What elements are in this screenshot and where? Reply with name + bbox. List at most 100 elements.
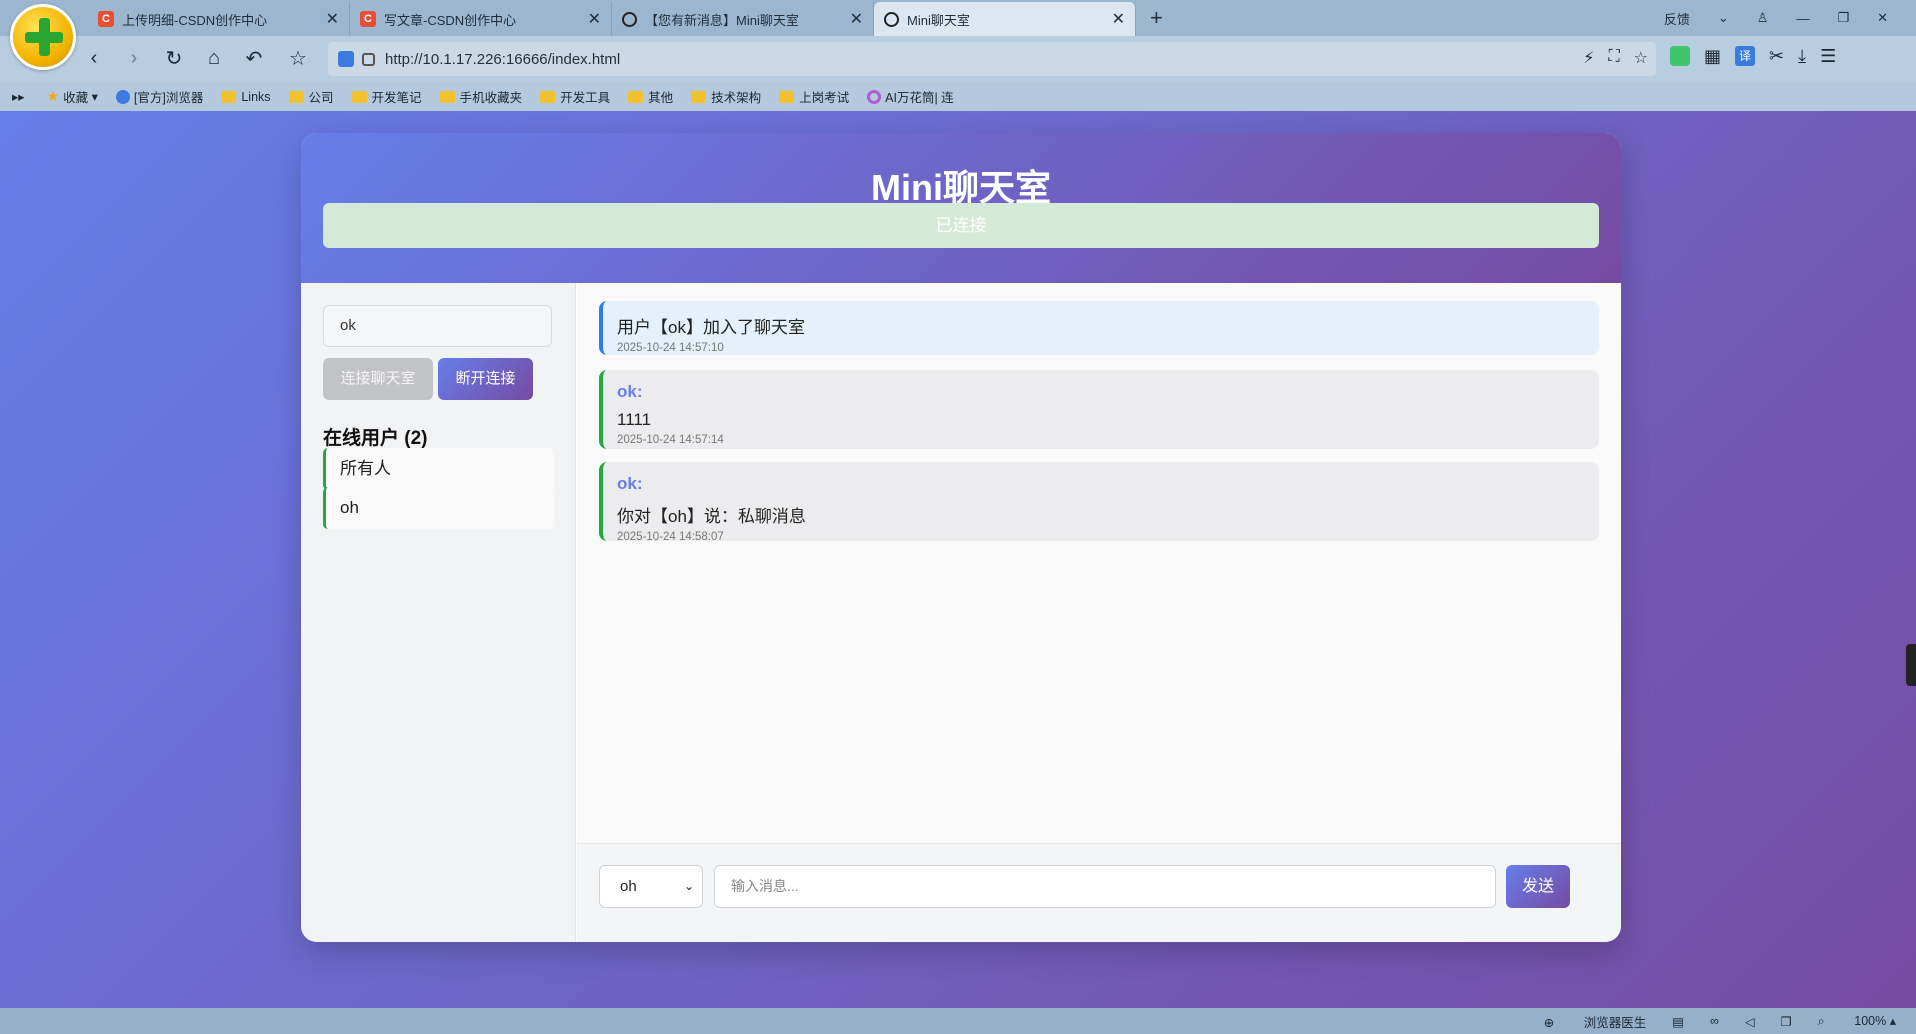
message-time: 2025-10-24 14:58:07 [617, 531, 724, 543]
shield-icon [338, 51, 354, 67]
ai-icon [867, 89, 882, 104]
disconnect-button[interactable]: 断开连接 [438, 358, 533, 400]
folder-icon [351, 90, 367, 103]
bookmark-dev-notes[interactable]: 开发笔记 [351, 87, 422, 106]
glasses-icon[interactable]: ∞ [1710, 1014, 1719, 1028]
recipient-value: oh [620, 878, 637, 895]
star-icon[interactable]: ☆ [1634, 48, 1648, 68]
message-time: 2025-10-24 14:57:10 [617, 342, 724, 354]
bookmark-dev-tools[interactable]: 开发工具 [540, 87, 610, 106]
chat-message: ok: 1111 2025-10-24 14:57:14 [599, 370, 1599, 449]
address-bar[interactable]: http://10.1.17.226:16666/index.html ⚡ ⛶ … [328, 42, 1656, 76]
side-panel-handle[interactable] [1906, 644, 1916, 686]
bookmarks-toggle-icon[interactable]: ▸▸ [12, 89, 25, 104]
forward-icon[interactable]: › [120, 44, 148, 72]
tab-new-message[interactable]: 【您有新消息】Mini聊天室 ✕ [612, 2, 874, 36]
undo-icon[interactable]: ↶ [240, 44, 268, 72]
message-sender: ok: [617, 474, 643, 493]
bookmark-ai[interactable]: AI万花筒| 连 [867, 87, 954, 106]
bookmark-other[interactable]: 其他 [628, 87, 673, 106]
refresh-icon[interactable]: ↻ [160, 44, 188, 72]
folder-icon [779, 90, 795, 103]
message-text: 用户【ok】加入了聊天室 [617, 318, 805, 337]
tab-bar: C 上传明细-CSDN创作中心 ✕ C 写文章-CSDN创作中心 ✕ 【您有新消… [0, 0, 1916, 36]
bookmark-favorites[interactable]: ★ 收藏 ▾ [47, 87, 98, 106]
zoom-level[interactable]: ⌕ 100% ▴ [1818, 1013, 1896, 1029]
username-input[interactable]: ok [323, 305, 552, 347]
eye-protection-icon[interactable] [1670, 46, 1690, 66]
window-icon[interactable]: ❐ [1781, 1014, 1792, 1029]
folder-icon [628, 90, 644, 103]
briefcase-icon[interactable]: ▤ [1672, 1014, 1684, 1029]
scissors-icon[interactable]: ✂ [1769, 46, 1784, 67]
skin-icon[interactable]: ♙ [1757, 10, 1769, 26]
speaker-icon[interactable]: ◁ [1745, 1014, 1755, 1029]
message-input[interactable]: 输入消息... [714, 865, 1496, 908]
user-item-all[interactable]: 所有人 [323, 448, 554, 490]
back-icon[interactable]: ‹ [80, 44, 108, 72]
download-icon[interactable]: ⤓ [1798, 46, 1806, 67]
message-text: 你对【oh】说：私聊消息 [617, 507, 806, 526]
online-users-heading: 在线用户 (2) [323, 428, 428, 449]
tab-title: 【您有新消息】Mini聊天室 [645, 12, 799, 28]
bookmark-links[interactable]: Links [221, 90, 271, 104]
message-time: 2025-10-24 14:57:14 [617, 434, 724, 446]
message-list: 用户【ok】加入了聊天室 2025-10-24 14:57:10 ok: 111… [577, 283, 1621, 843]
tab-title: Mini聊天室 [907, 12, 970, 28]
folder-icon [221, 90, 237, 103]
system-message: 用户【ok】加入了聊天室 2025-10-24 14:57:10 [599, 301, 1599, 355]
globe-icon [884, 11, 899, 27]
close-icon[interactable]: ✕ [326, 9, 339, 29]
lightning-icon[interactable]: ⚡ [1583, 48, 1594, 68]
chat-card: Mini聊天室 已连接 ok 连接聊天室 断开连接 在线用户 (2) 所有人 o… [301, 133, 1621, 942]
connect-button[interactable]: 连接聊天室 [323, 358, 433, 400]
user-item-oh[interactable]: oh [323, 487, 554, 529]
close-window-icon[interactable]: ✕ [1877, 10, 1888, 26]
message-sender: ok: [617, 382, 643, 401]
toolbar-extensions: ▦ 译 ✂ ⤓ ☰ [1670, 46, 1836, 67]
csdn-icon: C [360, 11, 376, 27]
restore-icon[interactable]: ❐ [1837, 10, 1849, 26]
tab-title: 上传明细-CSDN创作中心 [122, 12, 268, 28]
bookmark-exam[interactable]: 上岗考试 [779, 87, 849, 106]
close-icon[interactable]: ✕ [588, 9, 601, 29]
chat-message: ok: 你对【oh】说：私聊消息 2025-10-24 14:58:07 [599, 462, 1599, 543]
lock-icon [362, 52, 375, 66]
close-icon[interactable]: ✕ [850, 9, 863, 29]
tab-write-article[interactable]: C 写文章-CSDN创作中心 ✕ [350, 2, 612, 36]
close-icon[interactable]: ✕ [1112, 9, 1125, 29]
message-text: 1111 [617, 410, 652, 429]
recipient-select[interactable]: oh ⌄ [599, 865, 703, 908]
grid-icon[interactable]: ▦ [1704, 46, 1721, 67]
chat-header: Mini聊天室 已连接 [301, 133, 1621, 283]
screenshot-icon[interactable]: ⛶ [1608, 48, 1619, 68]
home-icon[interactable]: ⌂ [200, 44, 228, 72]
folder-icon [288, 90, 304, 103]
tab-mini-chat[interactable]: Mini聊天室 ✕ [874, 2, 1136, 36]
globe-icon [622, 11, 637, 27]
bookmark-company[interactable]: 公司 [288, 87, 334, 106]
chevron-down-icon[interactable]: ⌄ [1718, 10, 1729, 26]
send-button[interactable]: 发送 [1506, 865, 1570, 908]
bookmark-architecture[interactable]: 技术架构 [691, 87, 761, 106]
favorites-icon[interactable]: ☆ [284, 44, 312, 72]
star-icon: ★ [46, 88, 60, 104]
page-background: Mini聊天室 已连接 ok 连接聊天室 断开连接 在线用户 (2) 所有人 o… [0, 111, 1916, 1008]
chevron-down-icon: ⌄ [683, 879, 694, 893]
translate-icon[interactable]: 译 [1735, 46, 1756, 66]
folder-icon [691, 90, 707, 103]
ie-icon [115, 89, 130, 104]
tab-upload-detail[interactable]: C 上传明细-CSDN创作中心 ✕ [88, 2, 350, 36]
address-url: http://10.1.17.226:16666/index.html [385, 50, 621, 68]
tab-title: 写文章-CSDN创作中心 [384, 12, 517, 28]
bookmark-mobile[interactable]: 手机收藏夹 [439, 87, 522, 106]
new-tab-icon[interactable]: + [1150, 5, 1163, 31]
nav-bar: ‹ › ↻ ⌂ ↶ ☆ http://10.1.17.226:16666/ind… [0, 36, 1916, 82]
folder-icon [540, 90, 556, 103]
browser-doctor[interactable]: ⊕ 浏览器医生 [1544, 1012, 1646, 1031]
bookmark-official[interactable]: [官方]浏览器 [115, 87, 203, 106]
browser-logo[interactable] [10, 4, 76, 70]
feedback-button[interactable]: 反馈 [1664, 9, 1690, 28]
minimize-icon[interactable]: — [1796, 11, 1809, 26]
menu-icon[interactable]: ☰ [1820, 46, 1836, 67]
